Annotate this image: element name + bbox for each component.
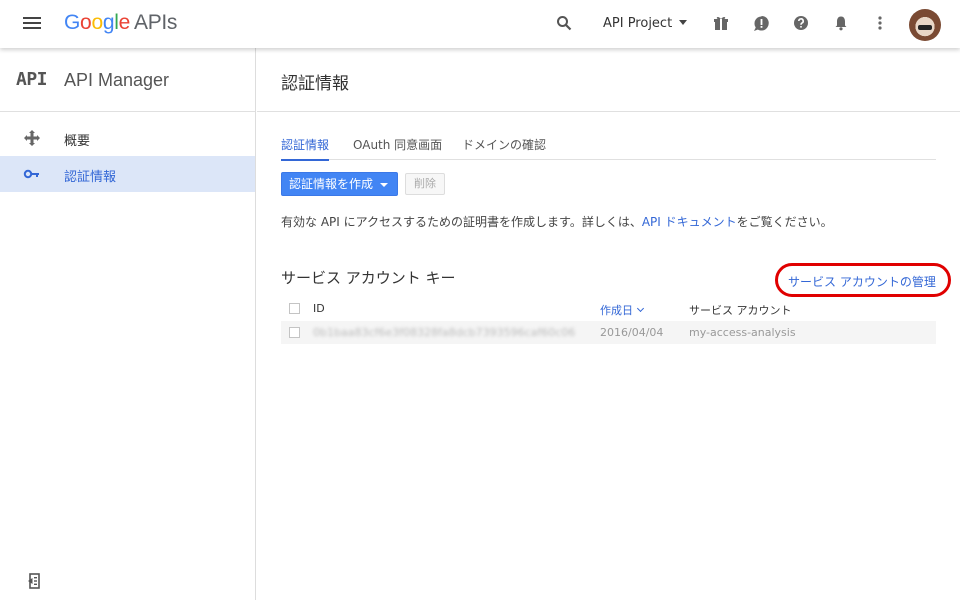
main-content: 認証情報 認証情報 OAuth 同意画面 ドメインの確認 認証情報を作成 削除 …	[257, 48, 960, 600]
logo-apis: APIs	[133, 11, 178, 34]
tab-bar: 認証情報 OAuth 同意画面 ドメインの確認	[281, 136, 936, 161]
description-text: 有効な API にアクセスするための証明書を作成します。詳しくは、API ドキュ…	[281, 213, 833, 230]
sidebar-header: API API Manager	[0, 48, 255, 112]
sort-descending-icon	[636, 304, 645, 313]
tab-credentials[interactable]: 認証情報	[281, 136, 330, 161]
sidebar-item-overview[interactable]: 概要	[0, 120, 255, 156]
sidebar-title: API Manager	[64, 70, 170, 90]
feedback-icon[interactable]	[750, 12, 772, 34]
section-title: サービス アカウント キー	[281, 269, 456, 287]
sidebar-item-label: 概要	[64, 134, 91, 149]
table-row[interactable]: 0b1baa83cf6e3f08328fa8dcb7393596caf60c06…	[281, 321, 936, 344]
avatar[interactable]	[909, 9, 941, 41]
caret-down-icon	[380, 183, 388, 187]
created-header-label: 作成日	[600, 304, 633, 317]
google-apis-logo[interactable]: Google APIs	[64, 11, 177, 35]
column-header-id[interactable]: ID	[313, 302, 325, 315]
page-header: 認証情報	[257, 48, 960, 112]
description-after: をご覧ください。	[736, 215, 833, 229]
row-checkbox[interactable]	[289, 327, 300, 338]
key-icon	[23, 165, 41, 183]
delete-button[interactable]: 削除	[405, 173, 445, 195]
service-account-keys-table: ID 作成日 サービス アカウント 0b1baa83cf6e3f08328fa8…	[281, 297, 936, 344]
created-date-cell: 2016/04/04	[600, 326, 664, 339]
project-selector[interactable]: API Project	[603, 16, 688, 31]
column-header-service-account[interactable]: サービス アカウント	[689, 302, 792, 318]
tab-oauth-consent[interactable]: OAuth 同意画面	[353, 136, 442, 159]
logo-google: Google	[64, 11, 130, 34]
caret-down-icon	[679, 20, 688, 25]
page-title: 認証情報	[281, 74, 349, 94]
project-name: API Project	[603, 16, 673, 31]
sidebar-item-credentials[interactable]: 認証情報	[0, 156, 255, 192]
gift-icon[interactable]	[710, 12, 732, 34]
create-credentials-button[interactable]: 認証情報を作成	[281, 172, 398, 196]
table-header: ID 作成日 サービス アカウント	[281, 297, 936, 321]
tab-domain-verification[interactable]: ドメインの確認	[462, 136, 546, 159]
key-id-cell: 0b1baa83cf6e3f08328fa8dcb7393596caf60c06	[313, 326, 576, 339]
service-account-cell: my-access-analysis	[689, 326, 796, 339]
sidebar-item-label: 認証情報	[64, 170, 117, 185]
api-logo: API	[16, 69, 48, 90]
help-icon[interactable]	[790, 12, 812, 34]
select-all-checkbox[interactable]	[289, 303, 300, 314]
create-credentials-label: 認証情報を作成	[289, 177, 374, 191]
manage-service-accounts-link[interactable]: サービス アカウントの管理	[788, 273, 936, 290]
column-header-created[interactable]: 作成日	[600, 302, 645, 318]
menu-icon[interactable]	[20, 14, 44, 34]
sidebar: API API Manager 概要 認証情報	[0, 48, 256, 600]
dashboard-icon	[23, 129, 41, 147]
api-docs-link[interactable]: API ドキュメント	[642, 215, 737, 229]
description-before: 有効な API にアクセスするための証明書を作成します。詳しくは、	[281, 215, 642, 229]
collapse-sidebar-icon[interactable]	[24, 572, 42, 590]
more-vert-icon[interactable]	[869, 12, 891, 34]
top-app-bar: Google APIs API Project	[0, 0, 960, 48]
search-icon[interactable]	[553, 12, 575, 34]
notifications-icon[interactable]	[830, 12, 852, 34]
